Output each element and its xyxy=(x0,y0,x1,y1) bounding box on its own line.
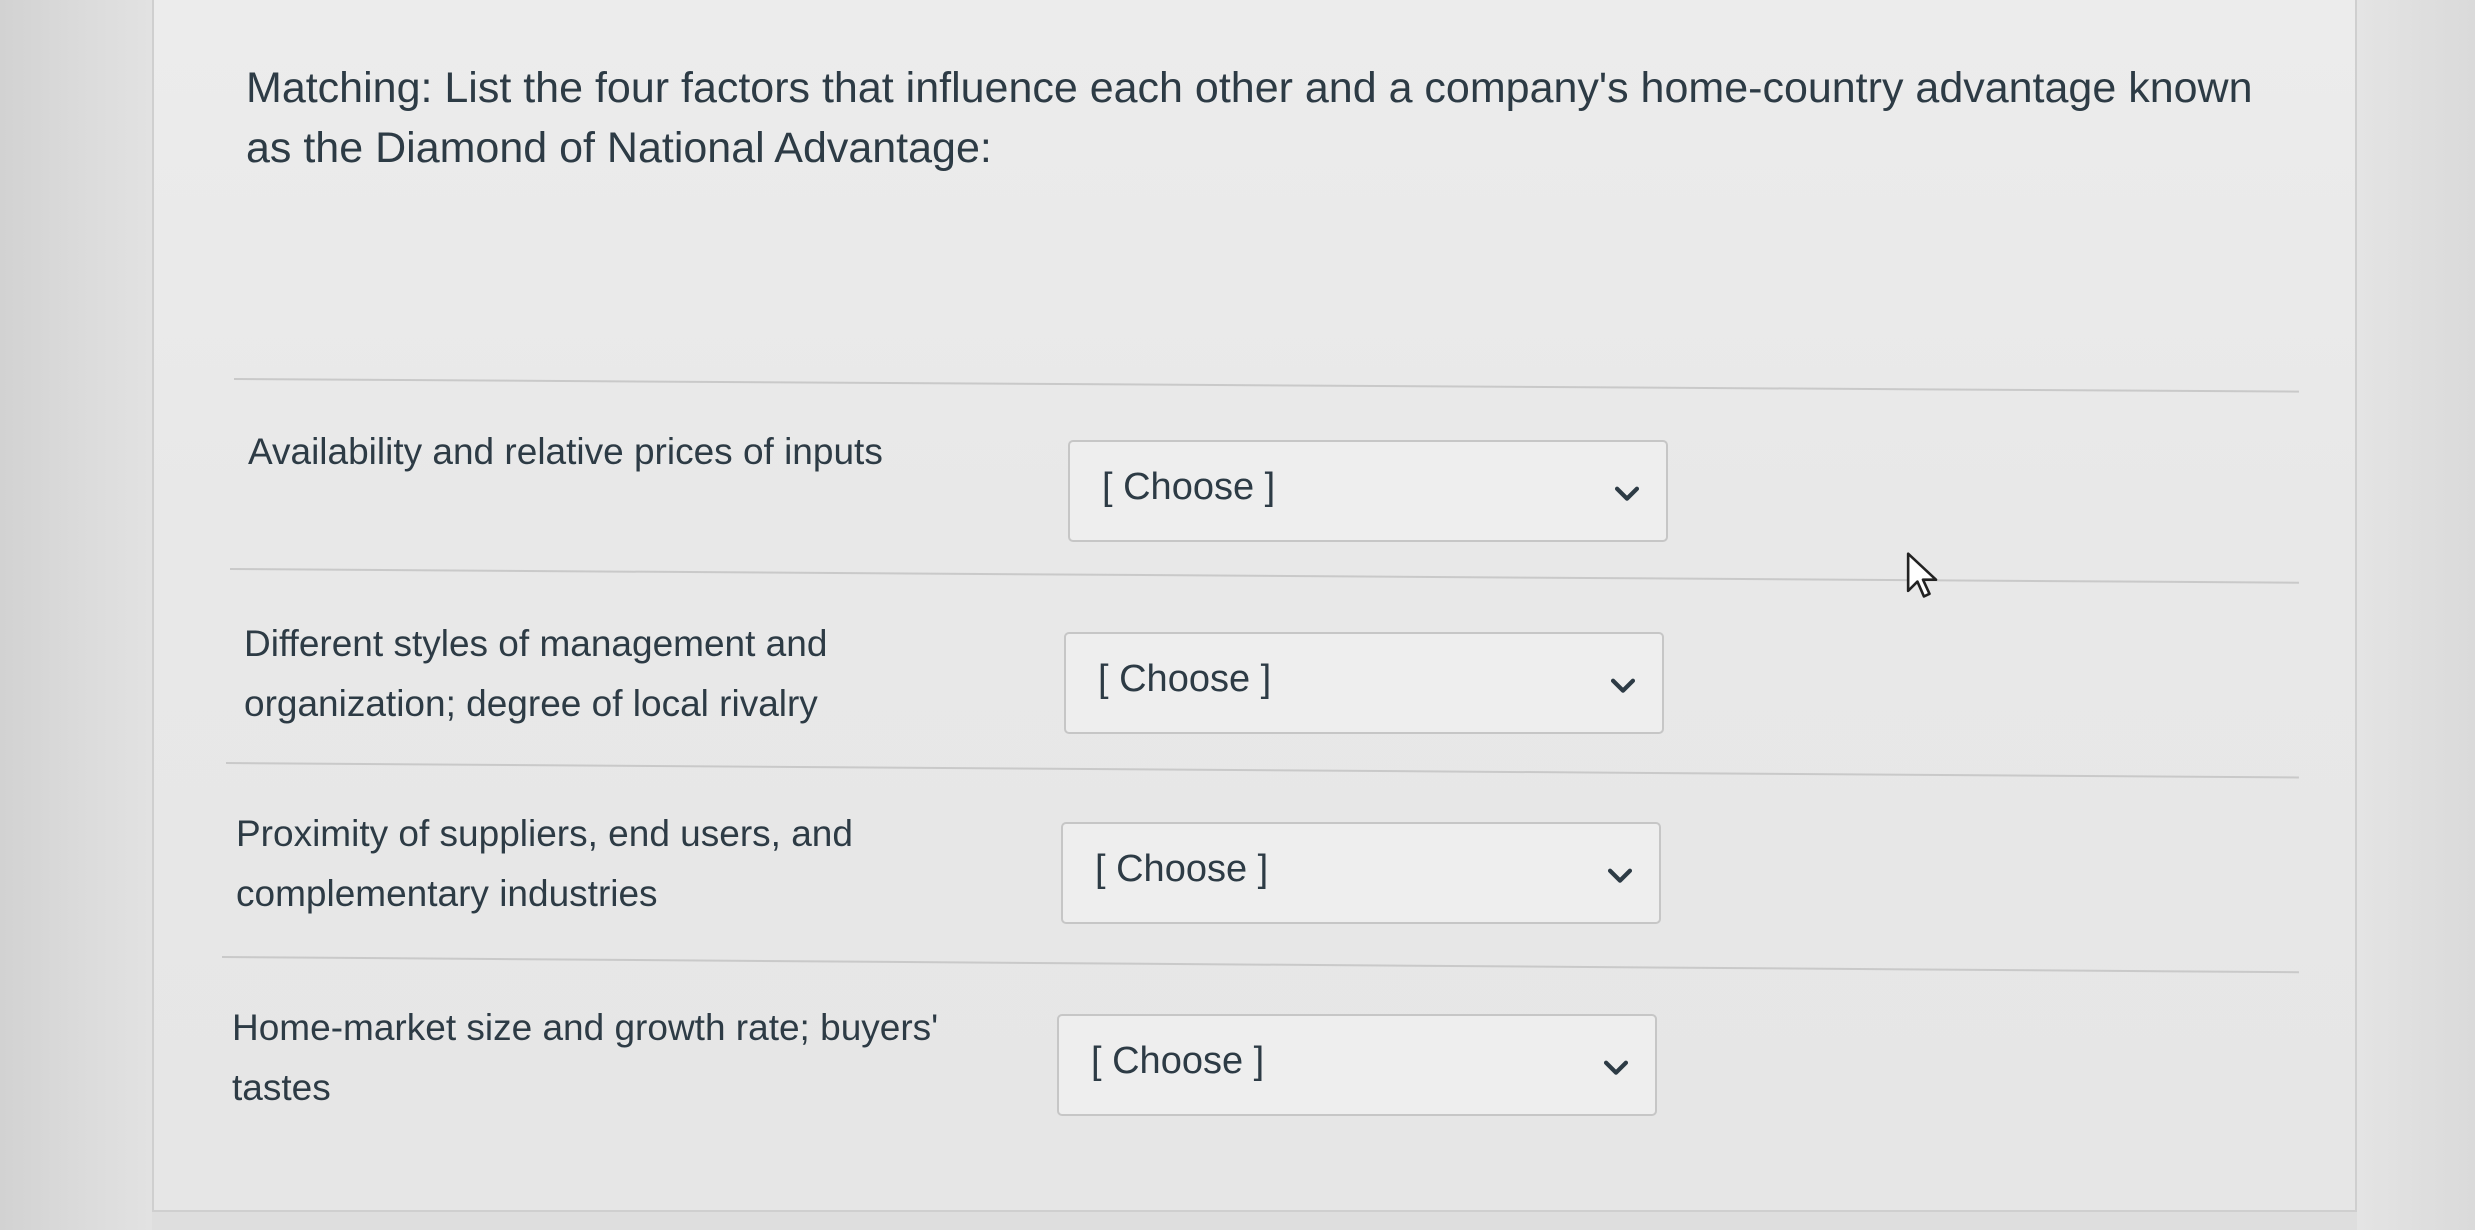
mouse-pointer-icon xyxy=(1906,552,1938,598)
page-left-margin xyxy=(0,0,152,1230)
select-value: [ Choose ] xyxy=(1095,848,1269,890)
match-select-4[interactable]: [ Choose ] xyxy=(1057,1014,1657,1116)
question-text: Matching: List the four factors that inf… xyxy=(246,64,2253,172)
chevron-down-icon xyxy=(1603,1060,1629,1075)
match-select-1[interactable]: [ Choose ] xyxy=(1068,440,1668,542)
match-prompt-3: Proximity of suppliers, end users, and c… xyxy=(236,813,853,914)
divider xyxy=(221,956,2299,974)
chevron-down-icon xyxy=(1607,868,1633,883)
match-select-3[interactable]: [ Choose ] xyxy=(1061,822,1661,924)
match-prompt-1: Availability and relative prices of inpu… xyxy=(248,431,883,472)
match-select-2[interactable]: [ Choose ] xyxy=(1064,632,1664,734)
chevron-down-icon xyxy=(1610,678,1636,693)
match-prompt-4: Home-market size and growth rate; buyers… xyxy=(232,1007,939,1108)
divider xyxy=(233,378,2299,393)
match-prompt-2: Different styles of management and organ… xyxy=(244,623,828,724)
divider xyxy=(229,568,2299,584)
select-value: [ Choose ] xyxy=(1098,658,1272,700)
divider xyxy=(225,762,2299,779)
question-card: Matching: List the four factors that inf… xyxy=(152,0,2357,1212)
chevron-down-icon xyxy=(1614,486,1640,501)
select-value: [ Choose ] xyxy=(1091,1040,1265,1082)
page-right-margin xyxy=(2357,0,2475,1230)
select-value: [ Choose ] xyxy=(1102,466,1276,508)
